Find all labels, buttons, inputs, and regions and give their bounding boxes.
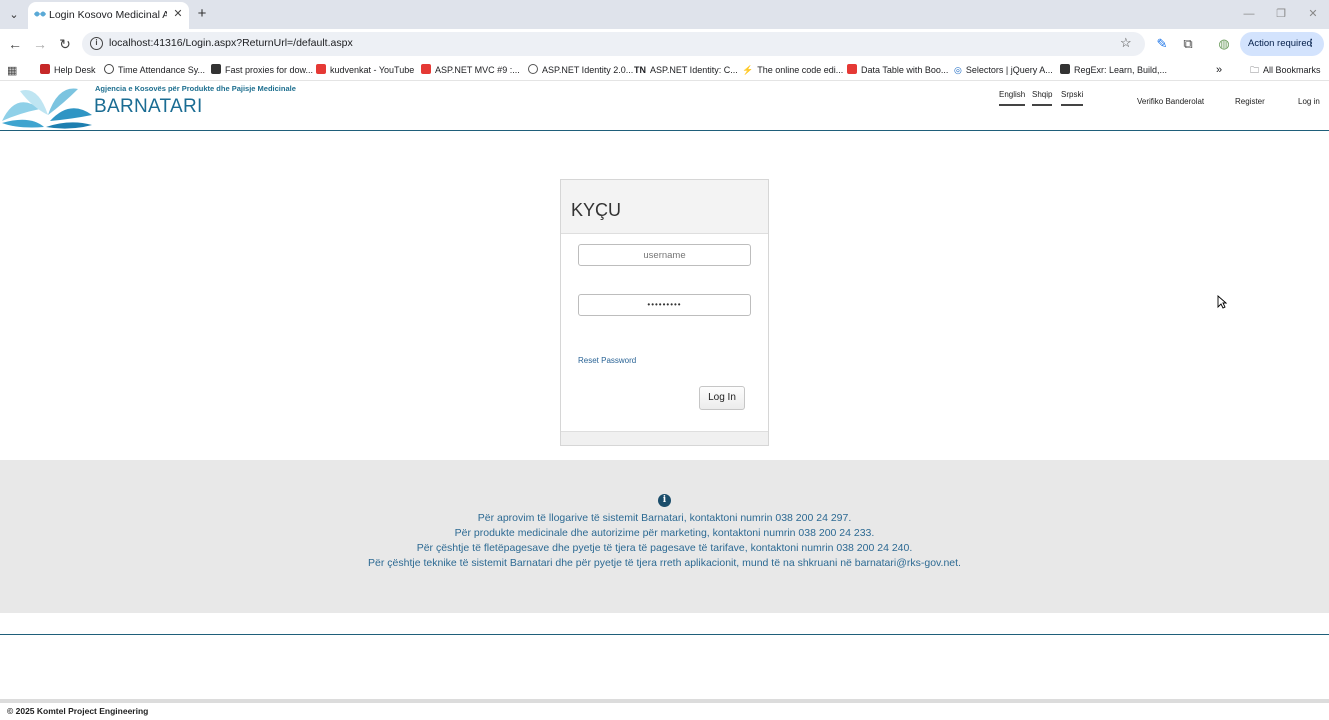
youtube-icon [316, 64, 326, 74]
bookmark-label: Time Attendance Sy... [118, 65, 206, 75]
bookmark-label: ASP.NET Identity: C... [650, 65, 738, 75]
info-icon: i [658, 494, 671, 507]
login-panel-header: KYÇU [561, 180, 768, 234]
apps-grid-icon[interactable]: ▦ [7, 64, 17, 77]
footer-divider [0, 634, 1329, 635]
forward-icon[interactable]: → [31, 35, 49, 53]
agency-title[interactable]: BARNATARI [94, 96, 203, 118]
bookmark-item[interactable]: Fast proxies for dow... [211, 63, 313, 77]
reset-password-link[interactable]: Reset Password [578, 356, 636, 365]
info-line: Për çështje të fletëpagesave dhe pyetje … [416, 542, 913, 554]
bookmark-label: Data Table with Boo... [861, 65, 949, 75]
all-bookmarks-label: All Bookmarks [1263, 65, 1321, 75]
login-title: KYÇU [571, 200, 622, 220]
browser-tab[interactable]: Login Kosovo Medicinal Agenc ✕ [28, 2, 189, 29]
lang-shqip[interactable]: Shqip [1032, 90, 1053, 106]
browser-toolbar: ← → ↻ i localhost:41316/Login.aspx?Retur… [0, 29, 1329, 59]
barnatari-logo-icon[interactable] [0, 85, 94, 129]
address-url[interactable]: localhost:41316/Login.aspx?ReturnUrl=/de… [109, 37, 353, 49]
bookmark-item[interactable]: TN ASP.NET Identity: C... [634, 63, 738, 77]
address-bar[interactable]: i localhost:41316/Login.aspx?ReturnUrl=/… [82, 32, 1145, 56]
site-info-icon[interactable]: i [90, 37, 103, 50]
bookmark-item[interactable]: ASP.NET MVC #9 :... [421, 63, 520, 77]
tab-search-icon[interactable]: ⌄ [6, 7, 22, 23]
bookmarks-bar: ▦ Help Desk Time Attendance Sy... Fast p… [0, 59, 1329, 81]
youtube-icon [847, 64, 857, 74]
footer-band [0, 699, 1329, 703]
agency-subtitle: Agjencia e Kosovës për Produkte dhe Paji… [95, 84, 296, 93]
bookmark-label: The online code edi... [757, 65, 844, 75]
username-input[interactable] [578, 244, 751, 266]
all-bookmarks[interactable]: 🗀 All Bookmarks [1250, 63, 1321, 77]
lang-srpski[interactable]: Srpski [1061, 90, 1084, 106]
bookmark-label: Fast proxies for dow... [225, 65, 314, 75]
extensions-puzzle-icon[interactable]: ⧉ [1180, 36, 1196, 52]
bookmark-label: RegExr: Learn, Build,... [1074, 65, 1168, 75]
password-input[interactable]: ••••••••• [578, 294, 751, 316]
info-line: Për produkte medicinale dhe autorizime p… [454, 527, 875, 539]
jquery-icon: ◎ [954, 65, 962, 75]
tab-close-icon[interactable]: ✕ [171, 7, 185, 21]
login-panel-footer [561, 431, 768, 445]
youtube-icon [421, 64, 431, 74]
lightning-icon: ⚡ [742, 65, 754, 75]
login-panel: KYÇU ••••••••• Reset Password Log In [560, 179, 769, 446]
reload-icon[interactable]: ↻ [56, 35, 74, 53]
back-icon[interactable]: ← [6, 35, 24, 53]
bookmark-item[interactable]: Data Table with Boo... [847, 63, 948, 77]
verify-banderolat-link[interactable]: Verifiko Banderolat [1137, 97, 1204, 106]
bookmark-favicon-icon [1060, 64, 1070, 74]
site-favicon-icon [34, 11, 46, 17]
bookmark-tn-icon: TN [634, 65, 646, 75]
bookmark-star-icon[interactable]: ☆ [1120, 35, 1132, 51]
register-link[interactable]: Register [1235, 97, 1265, 106]
bookmark-item[interactable]: ⚡ The online code edi... [742, 63, 843, 77]
bookmark-item[interactable]: ◎ Selectors | jQuery A... [954, 63, 1053, 77]
window-close-icon[interactable]: ✕ [1304, 6, 1322, 22]
bookmark-favicon-icon [528, 64, 538, 74]
minimize-icon[interactable]: — [1240, 6, 1258, 22]
bookmark-label: Selectors | jQuery A... [965, 65, 1053, 75]
action-required-chip[interactable]: Action required ⋮ [1240, 32, 1324, 56]
profile-icon[interactable]: ◍ [1216, 36, 1232, 52]
more-bookmarks-icon[interactable]: » [1216, 63, 1222, 77]
bookmark-label: ASP.NET Identity 2.0... [542, 65, 634, 75]
login-button[interactable]: Log In [699, 386, 745, 410]
bookmark-label: Help Desk [54, 65, 96, 75]
mouse-cursor-icon [1217, 295, 1227, 309]
bookmark-label: kudvenkat - YouTube [330, 65, 415, 75]
copyright-text: © 2025 Komtel Project Engineering [7, 706, 149, 716]
bookmark-item[interactable]: kudvenkat - YouTube [316, 63, 414, 77]
bookmark-item[interactable]: ASP.NET Identity 2.0... [528, 63, 633, 77]
info-line: Për aprovim të llogarive të sistemit Bar… [477, 512, 852, 524]
folder-icon: 🗀 [1250, 65, 1260, 75]
bookmark-favicon-icon [104, 64, 114, 74]
bookmark-favicon-icon [211, 64, 221, 74]
site-header: Agjencia e Kosovës për Produkte dhe Paji… [0, 82, 1329, 131]
new-tab-icon[interactable]: + [195, 6, 209, 22]
tab-title: Login Kosovo Medicinal Agenc [49, 9, 167, 21]
restore-icon[interactable]: ❐ [1272, 6, 1290, 22]
browser-tab-bar: ⌄ Login Kosovo Medicinal Agenc ✕ + — ❐ ✕ [0, 0, 1329, 29]
more-menu-icon[interactable]: ⋮ [1307, 32, 1317, 56]
bookmark-item[interactable]: Time Attendance Sy... [104, 63, 205, 77]
bookmark-item[interactable]: RegExr: Learn, Build,... [1060, 63, 1167, 77]
lang-english[interactable]: English [999, 90, 1026, 106]
info-line: Për çështje teknike të sistemit Barnatar… [368, 557, 961, 569]
pen-extension-icon[interactable]: ✎ [1154, 36, 1170, 52]
bookmark-label: ASP.NET MVC #9 :... [435, 65, 520, 75]
login-link[interactable]: Log in [1298, 97, 1320, 106]
action-required-label: Action required [1248, 38, 1312, 49]
contact-info-band: i Për aprovim të llogarive të sistemit B… [0, 460, 1329, 613]
bookmark-favicon-icon [40, 64, 50, 74]
bookmark-item[interactable]: Help Desk [40, 63, 96, 77]
